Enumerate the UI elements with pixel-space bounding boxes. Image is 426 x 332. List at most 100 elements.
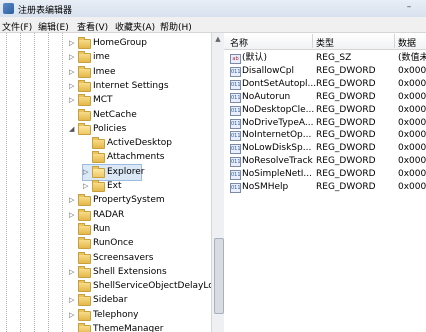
- expand-arrow-icon[interactable]: ▷: [69, 53, 76, 61]
- tree-item[interactable]: ActiveDesktop: [0, 136, 211, 150]
- minimize-icon[interactable]: –: [400, 0, 418, 15]
- tree-item-label: MCT: [93, 95, 113, 106]
- menu-file[interactable]: 文件(F): [2, 20, 32, 33]
- value-type: REG_SZ: [316, 53, 352, 63]
- tree-item[interactable]: ThemeManager: [0, 322, 211, 332]
- tree-item[interactable]: Attachments: [0, 150, 211, 164]
- value-row[interactable]: 011NoSMHelp REG_DWORD 0x0000: [224, 181, 426, 193]
- tree-item-label: ime: [93, 52, 110, 63]
- value-row[interactable]: 011DontSetAutopl...REG_DWORD 0x0000: [224, 78, 426, 90]
- menu-edit[interactable]: 编辑(E): [38, 20, 69, 33]
- value-row[interactable]: 011NoAutorun REG_DWORD 0x0000: [224, 91, 426, 103]
- scroll-up-icon[interactable]: ▲: [214, 35, 222, 43]
- tree-item-label: Imee: [93, 66, 116, 77]
- value-name: NoLowDiskSp...: [242, 143, 312, 154]
- registry-key-tree[interactable]: ▷ HomeGroup ▷ ime ▷ Imee ▷ Internet Settings ▷ MC…: [0, 33, 211, 332]
- value-row[interactable]: 011NoDriveTypeA...REG_DWORD 0x0000: [224, 117, 426, 129]
- value-type: REG_DWORD: [316, 156, 376, 167]
- binary-value-icon: 011: [230, 105, 241, 116]
- value-name: NoDesktopCle...: [242, 104, 315, 115]
- value-row[interactable]: 011NoDesktopCle...REG_DWORD 0x0000: [224, 104, 426, 116]
- registry-values-list[interactable]: 名称 类型 数据 ab (默认) REG_SZ (数值未 011 DisallowCpl R…: [224, 33, 426, 332]
- tree-item[interactable]: ▷ ime: [0, 50, 211, 64]
- tree-item[interactable]: ◢ Policies: [0, 122, 211, 136]
- tree-item[interactable]: ▷ Imee: [0, 65, 211, 79]
- tree-item[interactable]: ▷ RADAR: [0, 208, 211, 222]
- expand-arrow-icon[interactable]: ▷: [69, 296, 76, 304]
- binary-value-icon: 011: [230, 183, 241, 193]
- tree-item[interactable]: RunOnce: [0, 236, 211, 250]
- value-name: NoSimpleNetI...: [242, 169, 313, 180]
- value-data: (数值未: [398, 53, 426, 63]
- expand-arrow-icon[interactable]: ▷: [83, 168, 90, 176]
- expand-arrow-icon[interactable]: ▷: [69, 96, 76, 104]
- tree-item[interactable]: ▷ Shell Extensions: [0, 265, 211, 279]
- menu-help[interactable]: 帮助(H): [160, 20, 192, 33]
- value-row[interactable]: 011NoInternetOp... REG_DWORD 0x0000: [224, 129, 426, 142]
- value-row[interactable]: 011NoLowDiskSp... REG_DWORD 0x0000: [224, 142, 426, 155]
- regedit-app-icon: [3, 3, 14, 14]
- tree-item-label: Attachments: [107, 152, 165, 163]
- binary-value-icon: 011: [230, 157, 241, 168]
- expand-arrow-icon[interactable]: ▷: [69, 39, 76, 47]
- expand-arrow-icon[interactable]: ▷: [69, 82, 76, 90]
- menu-view[interactable]: 查看(V): [77, 20, 108, 33]
- value-type: REG_DWORD: [316, 91, 376, 102]
- tree-item[interactable]: ▷ PropertySystem: [0, 193, 211, 207]
- value-type: REG_DWORD: [316, 78, 376, 89]
- menu-favorites[interactable]: 收藏夹(A): [115, 20, 155, 33]
- value-name: NoInternetOp...: [242, 130, 312, 141]
- folder-icon: [92, 165, 105, 178]
- tree-item-label: Ext: [107, 181, 122, 191]
- scroll-thumb[interactable]: [214, 238, 224, 314]
- tree-item[interactable]: NetCache: [0, 108, 211, 122]
- value-row[interactable]: 011NoSimpleNetI...REG_DWORD 0x0000: [224, 168, 426, 181]
- tree-item[interactable]: ShellServiceObjectDelayLoad: [0, 279, 211, 293]
- binary-value-icon: 011: [230, 170, 241, 181]
- value-row[interactable]: 011NoResolveTrackREG_DWORD 0x0000: [224, 155, 426, 168]
- column-type[interactable]: 类型: [316, 36, 334, 49]
- folder-icon: [78, 37, 91, 49]
- value-data: 0x0000: [398, 169, 426, 180]
- column-name[interactable]: 名称: [230, 36, 248, 49]
- value-data: 0x0000: [398, 65, 426, 76]
- expand-arrow-icon[interactable]: ▷: [69, 68, 76, 76]
- folder-icon: [78, 265, 91, 278]
- column-divider[interactable]: [312, 34, 313, 48]
- tree-item-label: RunOnce: [93, 238, 134, 249]
- folder-icon: [78, 251, 91, 264]
- binary-value-icon: 011: [230, 92, 241, 103]
- value-row[interactable]: ab (默认) REG_SZ (数值未: [224, 52, 426, 64]
- expand-arrow-icon[interactable]: ▷: [69, 311, 76, 319]
- tree-item[interactable]: ▷ Telephony: [0, 308, 211, 322]
- value-type: REG_DWORD: [316, 143, 376, 154]
- expand-arrow-icon[interactable]: ▷: [83, 182, 90, 190]
- tree-vertical-scrollbar[interactable]: ▲: [211, 33, 225, 332]
- value-data: 0x0000: [398, 91, 426, 102]
- value-type: REG_DWORD: [316, 117, 376, 128]
- tree-item[interactable]: Screensavers: [0, 251, 211, 265]
- expand-arrow-icon[interactable]: ▷: [69, 268, 76, 276]
- window-title: 注册表编辑器: [18, 6, 73, 16]
- folder-icon: [92, 151, 105, 164]
- tree-item-label: ThemeManager: [93, 324, 164, 332]
- value-type: REG_DWORD: [316, 130, 376, 141]
- tree-item[interactable]: ▷ Ext: [0, 179, 211, 193]
- value-name: DontSetAutopl...: [242, 78, 317, 89]
- collapse-arrow-icon[interactable]: ◢: [69, 125, 76, 133]
- column-data[interactable]: 数据: [398, 36, 416, 49]
- expand-arrow-icon[interactable]: ▷: [69, 196, 76, 204]
- tree-item[interactable]: ▷ HomeGroup: [0, 36, 211, 50]
- value-row[interactable]: 011DisallowCpl REG_DWORD 0x0000: [224, 65, 426, 77]
- expand-arrow-icon[interactable]: ▷: [69, 211, 76, 219]
- tree-item[interactable]: ▷ Sidebar: [0, 293, 211, 307]
- tree-item[interactable]: ▷ MCT: [0, 93, 211, 107]
- string-value-icon: ab: [230, 54, 241, 64]
- tree-item[interactable]: Run: [0, 222, 211, 236]
- column-divider[interactable]: [394, 34, 395, 48]
- tree-item[interactable]: ▷ Explorer: [0, 163, 211, 181]
- menu-bar: 文件(F) 编辑(E) 查看(V) 收藏夹(A) 帮助(H): [0, 17, 426, 33]
- tree-item-label: RADAR: [93, 209, 125, 220]
- folder-icon: [92, 137, 105, 150]
- tree-item[interactable]: ▷ Internet Settings: [0, 79, 211, 93]
